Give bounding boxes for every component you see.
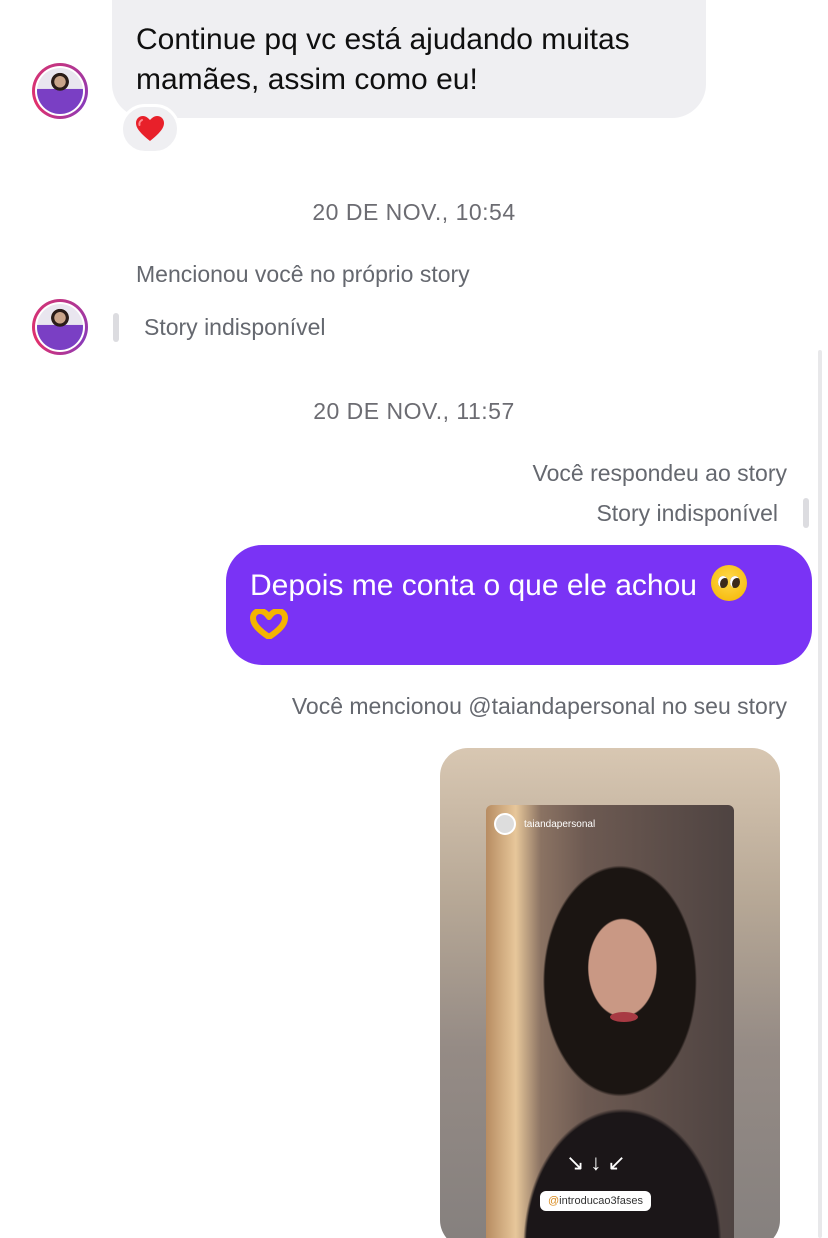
avatar-photo xyxy=(37,68,83,114)
scrollbar[interactable] xyxy=(818,745,822,1238)
story-reply-bar xyxy=(113,313,119,342)
story-header: taiandapersonal xyxy=(494,813,595,835)
timestamp-divider: 20 DE NOV., 11:57 xyxy=(313,398,515,424)
story-unavailable-label: Story indisponível xyxy=(144,314,326,340)
mention-at-sign: @ xyxy=(548,1195,560,1207)
story-preview-card[interactable]: taiandapersonal ↘↓↙ @introducao3fases xyxy=(440,748,780,1238)
story-author-avatar xyxy=(494,813,516,835)
timestamp-divider: 20 DE NOV., 10:54 xyxy=(312,199,516,225)
story-author-name: taiandapersonal xyxy=(524,818,596,830)
contact-avatar[interactable] xyxy=(32,299,88,355)
arrow-stickers-icon: ↘↓↙ xyxy=(566,1150,632,1175)
sent-message-text: Depois me conta o que ele achou xyxy=(250,569,697,602)
story-reply-label: Você respondeu ao story xyxy=(532,460,787,486)
story-mention-handle: introducao3fases xyxy=(559,1195,643,1207)
contact-avatar[interactable] xyxy=(32,63,88,119)
story-mention-label: Mencionou você no próprio story xyxy=(136,261,470,287)
scrollbar[interactable] xyxy=(818,350,822,810)
story-subject-lips xyxy=(610,1012,638,1022)
received-message-bubble[interactable]: Continue pq vc está ajudando muitas mamã… xyxy=(112,0,706,118)
received-message-text: Continue pq vc está ajudando muitas mamã… xyxy=(136,23,630,96)
story-reply-bar xyxy=(803,498,809,528)
sent-message-bubble[interactable]: Depois me conta o que ele achou xyxy=(226,545,812,665)
heart-hands-icon xyxy=(250,609,288,639)
story-mention-sticker: @introducao3fases xyxy=(540,1191,651,1211)
message-reaction[interactable] xyxy=(120,104,180,154)
pleading-face-icon xyxy=(711,565,748,601)
story-unavailable-label: Story indisponível xyxy=(596,500,778,526)
story-mention-label: Você mencionou @taiandapersonal no seu s… xyxy=(291,693,787,719)
avatar-photo xyxy=(37,304,83,350)
story-image: taiandapersonal ↘↓↙ @introducao3fases xyxy=(486,805,734,1238)
heart-icon xyxy=(136,116,164,141)
